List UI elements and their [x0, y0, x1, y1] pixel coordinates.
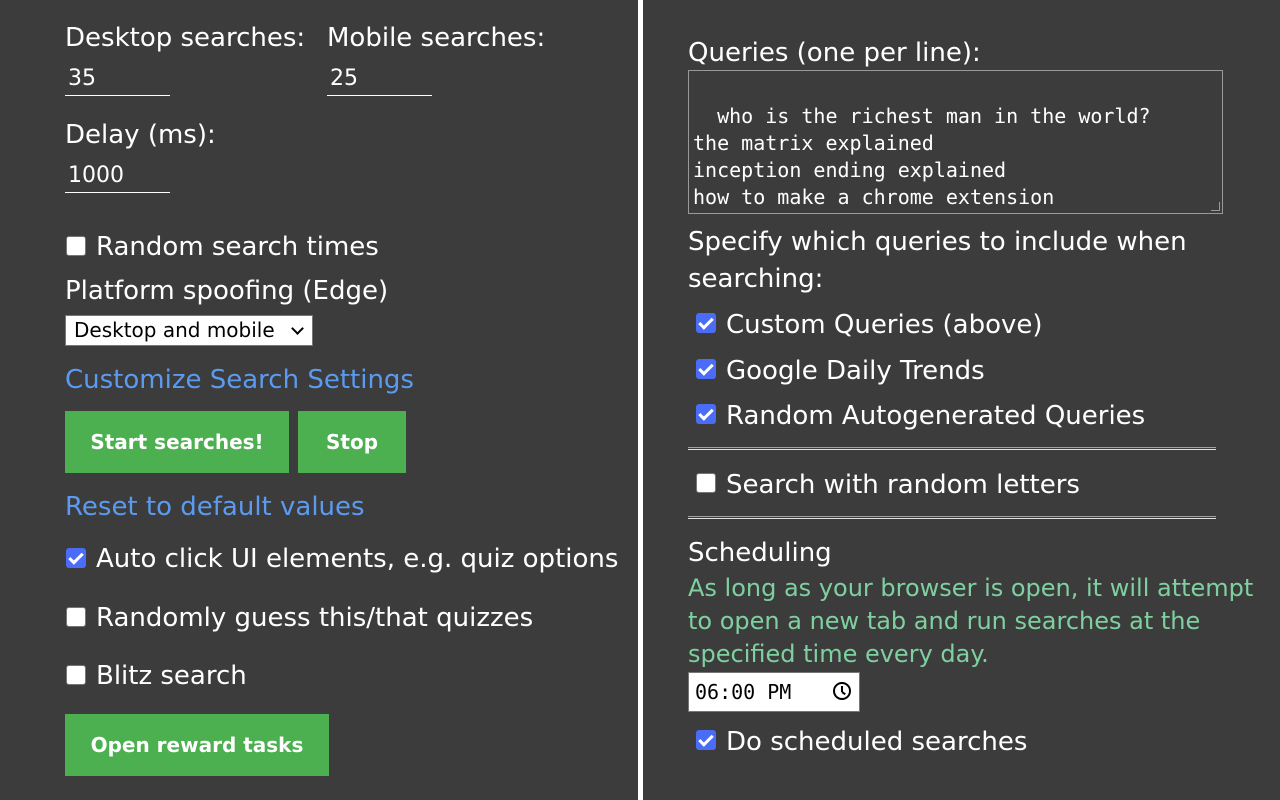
- custom-queries-checkbox[interactable]: [696, 313, 716, 333]
- random-guess-checkbox[interactable]: [66, 607, 86, 627]
- random-guess-label: Randomly guess this/that quizzes: [96, 603, 534, 633]
- stop-button[interactable]: Stop: [298, 411, 406, 473]
- divider-line: [688, 447, 1216, 450]
- blitz-search-checkbox[interactable]: [66, 665, 86, 685]
- mobile-searches-input[interactable]: [327, 62, 432, 96]
- include-label-line1: Specify which queries to include when: [688, 227, 1187, 257]
- divider-line: [688, 516, 1216, 519]
- desktop-searches-label: Desktop searches:: [65, 23, 306, 53]
- open-reward-tasks-button[interactable]: Open reward tasks: [65, 714, 329, 776]
- do-scheduled-checkbox[interactable]: [696, 730, 716, 750]
- platform-select[interactable]: Desktop and mobile: [65, 315, 313, 346]
- desktop-searches-input[interactable]: [65, 62, 170, 96]
- queries-label: Queries (one per line):: [688, 38, 981, 68]
- delay-label: Delay (ms):: [65, 120, 216, 150]
- auto-click-checkbox[interactable]: [66, 548, 86, 568]
- start-searches-button[interactable]: Start searches!: [65, 411, 289, 473]
- chevron-down-icon: [291, 322, 304, 335]
- resize-grip-icon[interactable]: [1211, 202, 1220, 211]
- platform-select-value: Desktop and mobile: [74, 318, 275, 342]
- blitz-search-label: Blitz search: [96, 661, 247, 691]
- do-scheduled-label: Do scheduled searches: [726, 727, 1028, 757]
- delay-input[interactable]: [65, 159, 170, 193]
- google-trends-checkbox[interactable]: [696, 359, 716, 379]
- scheduling-heading: Scheduling: [688, 538, 832, 568]
- google-trends-label: Google Daily Trends: [726, 356, 985, 386]
- scheduling-desc-line2: to open a new tab and run searches at th…: [688, 607, 1201, 635]
- random-autogenerated-label: Random Autogenerated Queries: [726, 401, 1146, 431]
- reset-defaults-link[interactable]: Reset to default values: [65, 492, 365, 522]
- random-times-checkbox[interactable]: [66, 236, 86, 256]
- panel-divider: [638, 0, 643, 800]
- random-times-label: Random search times: [96, 232, 379, 262]
- mobile-searches-label: Mobile searches:: [327, 23, 546, 53]
- schedule-time-input[interactable]: 06:00 PM: [688, 672, 860, 712]
- scheduling-desc-line1: As long as your browser is open, it will…: [688, 574, 1254, 602]
- random-letters-checkbox[interactable]: [696, 473, 716, 493]
- clock-icon[interactable]: [833, 682, 851, 700]
- customize-search-settings-link[interactable]: Customize Search Settings: [65, 365, 414, 395]
- random-letters-label: Search with random letters: [726, 470, 1080, 500]
- random-autogenerated-checkbox[interactable]: [696, 404, 716, 424]
- platform-spoofing-label: Platform spoofing (Edge): [65, 276, 389, 306]
- custom-queries-label: Custom Queries (above): [726, 310, 1043, 340]
- schedule-time-value: 06:00 PM: [695, 680, 792, 704]
- queries-text: who is the richest man in the world? the…: [693, 104, 1151, 209]
- scheduling-desc-line3: specified time every day.: [688, 640, 989, 668]
- include-label-line2: searching:: [688, 264, 824, 294]
- queries-textarea[interactable]: who is the richest man in the world? the…: [688, 70, 1223, 214]
- auto-click-label: Auto click UI elements, e.g. quiz option…: [96, 544, 619, 574]
